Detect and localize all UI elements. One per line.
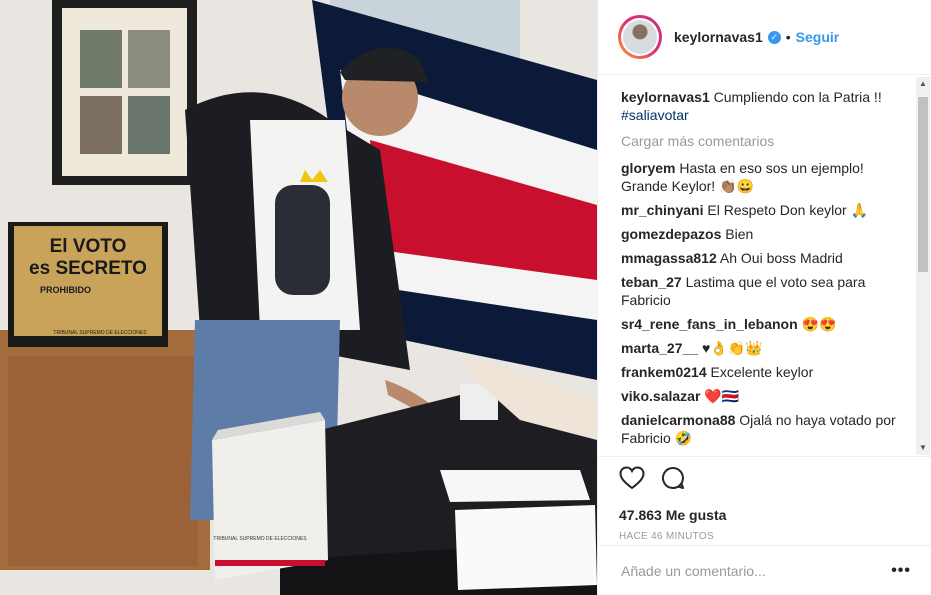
- more-options-icon[interactable]: •••: [891, 562, 911, 580]
- comment-username[interactable]: mmagassa812: [621, 250, 717, 266]
- comment-item: frankem0214 Excelente keylor: [621, 363, 909, 381]
- svg-text:TRIBUNAL SUPREMO DE ELECCIONES: TRIBUNAL SUPREMO DE ELECCIONES: [213, 536, 307, 542]
- comment-username[interactable]: gomezdepazos: [621, 226, 721, 242]
- comment-text: 😍😍: [801, 316, 837, 332]
- comments-scrollbar[interactable]: ▲ ▼: [916, 77, 930, 455]
- svg-text:TRIBUNAL SUPREMO DE ELECCIONES: TRIBUNAL SUPREMO DE ELECCIONES: [53, 330, 147, 336]
- likes-count[interactable]: 47.863 Me gusta: [619, 507, 911, 523]
- add-comment-input[interactable]: [619, 561, 892, 580]
- comment-item: teban_27 Lastima que el voto sea para Fa…: [621, 273, 909, 309]
- author-username[interactable]: keylornavas1: [674, 29, 763, 45]
- comment-item: viko.salazar ❤️🇨🇷: [621, 387, 909, 405]
- comment-username[interactable]: viko.salazar: [621, 388, 700, 404]
- comment-username[interactable]: gloryem: [621, 160, 675, 176]
- comment-username[interactable]: mr_chinyani: [621, 202, 703, 218]
- follow-button[interactable]: Seguir: [796, 29, 840, 45]
- comment-text: El Respeto Don keylor 🙏: [707, 202, 868, 218]
- comment-text: ♥👌👏👑: [701, 340, 763, 356]
- avatar[interactable]: [618, 15, 662, 59]
- comment-item: mr_chinyani El Respeto Don keylor 🙏: [621, 201, 909, 219]
- scroll-down-arrow-icon[interactable]: ▼: [916, 441, 930, 455]
- post-actions: 47.863 Me gusta HACE 46 MINUTOS: [598, 456, 931, 546]
- comment-username[interactable]: marta_27__: [621, 340, 698, 356]
- comment-username[interactable]: sr4_rene_fans_in_lebanon: [621, 316, 798, 332]
- photo-scene: El VOTO es SECRETO PROHIBIDO TRIBUNAL SU…: [0, 0, 597, 595]
- comment-username[interactable]: teban_27: [621, 274, 682, 290]
- comment-bubble-icon[interactable]: [661, 466, 685, 495]
- post-timestamp: HACE 46 MINUTOS: [619, 531, 714, 542]
- comment-text: Ah Oui boss Madrid: [719, 250, 843, 266]
- voting-sign: El VOTO es SECRETO PROHIBIDO TRIBUNAL SU…: [8, 222, 168, 347]
- comments-list: keylornavas1 Cumpliendo con la Patria !!…: [621, 88, 909, 453]
- svg-text:PROHIBIDO: PROHIBIDO: [40, 285, 91, 295]
- svg-text:es SECRETO: es SECRETO: [29, 258, 147, 279]
- comment-item: gomezdepazos Bien: [621, 225, 909, 243]
- post-header: keylornavas1 ✓ • Seguir: [598, 0, 931, 75]
- verified-badge-icon: ✓: [767, 30, 781, 44]
- add-comment-bar: •••: [598, 545, 931, 595]
- comment-item: gloryem Hasta en eso sos un ejemplo! Gra…: [621, 159, 909, 195]
- caption-text: Cumpliendo con la Patria !!: [713, 89, 882, 105]
- comment-item: sr4_rene_fans_in_lebanon 😍😍: [621, 315, 909, 333]
- post-sidebar: keylornavas1 ✓ • Seguir keylornavas1 Cum…: [597, 0, 931, 595]
- separator-dot: •: [785, 29, 791, 45]
- comment-item: danielcarmona88 Ojalá no haya votado por…: [621, 411, 909, 447]
- post-photo[interactable]: El VOTO es SECRETO PROHIBIDO TRIBUNAL SU…: [0, 0, 597, 595]
- svg-text:El VOTO: El VOTO: [50, 236, 127, 257]
- comment-item: marta_27__ ♥👌👏👑: [621, 339, 909, 357]
- comment-text: Excelente keylor: [710, 364, 814, 380]
- comment-text: Bien: [725, 226, 754, 242]
- instagram-post-view: El VOTO es SECRETO PROHIBIDO TRIBUNAL SU…: [0, 0, 931, 595]
- caption: keylornavas1 Cumpliendo con la Patria !!…: [621, 88, 909, 124]
- comment-username[interactable]: frankem0214: [621, 364, 707, 380]
- scrollbar-thumb[interactable]: [918, 97, 928, 272]
- comment-username[interactable]: danielcarmona88: [621, 412, 735, 428]
- heart-icon[interactable]: [619, 465, 645, 495]
- scroll-up-arrow-icon[interactable]: ▲: [916, 77, 930, 91]
- caption-username[interactable]: keylornavas1: [621, 89, 710, 105]
- load-more-comments-button[interactable]: Cargar más comentarios: [621, 132, 909, 150]
- ballot-box: TRIBUNAL SUPREMO DE ELECCIONES: [212, 412, 328, 580]
- comment-item: mmagassa812 Ah Oui boss Madrid: [621, 249, 909, 267]
- comment-text: ❤️🇨🇷: [704, 388, 740, 404]
- hashtag-link[interactable]: #saliavotar: [621, 107, 689, 123]
